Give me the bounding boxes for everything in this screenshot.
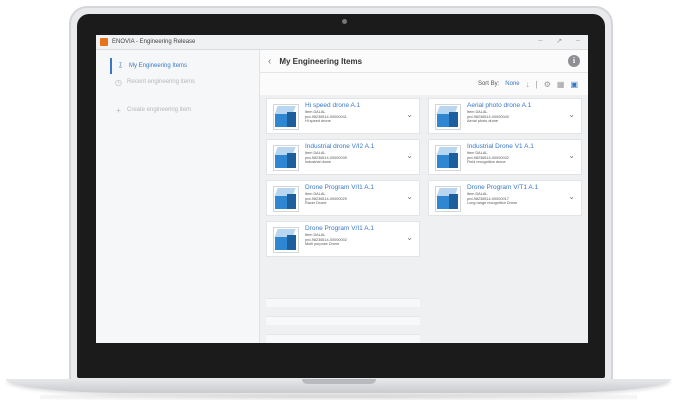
part-thumbnail	[273, 227, 299, 253]
sidebar-item-my-engineering-items[interactable]: ⫱ My Engineering Items	[110, 58, 259, 74]
item-description: Aerial photo drone	[467, 119, 499, 124]
share-icon: ⫱	[119, 61, 122, 70]
clock-icon: ◷	[115, 77, 122, 87]
item-card[interactable]: Aerial photo drone A.1 Item DALAL prd-98…	[428, 98, 582, 134]
chevron-down-icon[interactable]: ⌄	[406, 192, 413, 201]
sort-toolbar: Sort By: None ↓ | ⚙ ▦ ▣	[260, 73, 588, 95]
item-description: Long range recognition Drone	[467, 201, 518, 206]
info-icon[interactable]: i	[568, 55, 580, 67]
empty-row	[266, 316, 420, 325]
item-card[interactable]: Drone Program V/T1 A.1 Item DALAL prd-98…	[428, 180, 582, 216]
empty-row	[266, 334, 420, 343]
item-title[interactable]: Drone Program V/T1 A.1	[467, 184, 538, 192]
chevron-down-icon[interactable]: ⌄	[568, 110, 575, 119]
item-card[interactable]: Industrial Drone V1 A.1 Item DALAL prd-9…	[428, 139, 582, 175]
items-grid: Hi speed drone A.1 Item DALAL prd-982365…	[266, 98, 584, 257]
part-thumbnail	[273, 145, 299, 171]
part-thumbnail	[435, 186, 461, 212]
sidebar-item-label: Recent engineering items	[127, 79, 196, 85]
item-title[interactable]: Drone Program V/I1 A.1	[305, 184, 374, 192]
item-card[interactable]: Industrial drone V/I2 A.1 Item DALAL prd…	[266, 139, 420, 175]
chevron-down-icon[interactable]: ⌄	[406, 110, 413, 119]
laptop-notch	[302, 379, 376, 384]
sidebar-item-recent[interactable]: ◷ Recent engineering items	[96, 74, 259, 90]
item-title[interactable]: Drone Program V/I1 A.1	[305, 225, 374, 233]
item-card[interactable]: Drone Program V/I1 A.1 Item DALAL prd-98…	[266, 221, 420, 257]
sidebar-item-create[interactable]: + Create engineering item	[96, 102, 259, 118]
main-header: ‹ My Engineering Items i	[260, 50, 588, 73]
item-title[interactable]: Aerial photo drone A.1	[467, 102, 531, 110]
item-description: Industrial drone	[305, 160, 332, 165]
separator-icon: |	[535, 79, 538, 89]
plus-icon: +	[116, 105, 121, 115]
window-controls: – ↗ –	[538, 37, 580, 45]
item-description: Hi speed drone	[305, 119, 331, 124]
main-panel: ‹ My Engineering Items i Sort By: None ↓…	[260, 50, 588, 343]
page-title: My Engineering Items	[279, 56, 363, 66]
close-icon[interactable]: –	[576, 37, 580, 45]
item-card[interactable]: Hi speed drone A.1 Item DALAL prd-982365…	[266, 98, 420, 134]
minimize-icon[interactable]: –	[538, 37, 542, 45]
maximize-icon[interactable]: ↗	[556, 37, 562, 45]
empty-row	[266, 298, 420, 307]
part-thumbnail	[435, 145, 461, 171]
back-icon[interactable]: ‹	[268, 56, 271, 67]
item-title[interactable]: Hi speed drone A.1	[305, 102, 360, 110]
item-description: Field recognition drone	[467, 160, 506, 165]
window-titlebar: ENOVIA - Engineering Release – ↗ –	[96, 35, 588, 50]
sidebar-item-label: Create engineering item	[127, 107, 192, 113]
grid-view-icon[interactable]: ▦	[557, 80, 565, 89]
screen: ENOVIA - Engineering Release – ↗ – ⫱ My …	[96, 35, 588, 343]
sort-direction-icon[interactable]: ↓	[526, 80, 530, 89]
app-icon	[100, 38, 108, 46]
sort-label: Sort By:	[477, 81, 500, 87]
tile-view-icon[interactable]: ▣	[570, 80, 578, 89]
item-description: Racer Drone	[305, 201, 327, 206]
sidebar-item-label: My Engineering Items	[129, 63, 188, 69]
part-thumbnail	[273, 104, 299, 130]
chevron-down-icon[interactable]: ⌄	[568, 192, 575, 201]
chevron-down-icon[interactable]: ⌄	[406, 233, 413, 242]
laptop-shadow	[40, 394, 637, 400]
chevron-down-icon[interactable]: ⌄	[568, 151, 575, 160]
chevron-down-icon[interactable]: ⌄	[406, 151, 413, 160]
camera	[342, 19, 347, 24]
item-title[interactable]: Industrial Drone V1 A.1	[467, 143, 534, 151]
item-description: Multi purpose Drone	[305, 242, 340, 247]
app-body: ⫱ My Engineering Items ◷ Recent engineer…	[96, 50, 588, 343]
sort-dropdown[interactable]: None	[505, 81, 519, 87]
window-title: ENOVIA - Engineering Release	[112, 39, 196, 45]
item-title[interactable]: Industrial drone V/I2 A.1	[305, 143, 374, 151]
part-thumbnail	[273, 186, 299, 212]
sidebar: ⫱ My Engineering Items ◷ Recent engineer…	[96, 50, 260, 343]
part-thumbnail	[435, 104, 461, 130]
item-card[interactable]: Drone Program V/I1 A.1 Item DALAL prd-98…	[266, 180, 420, 216]
filter-icon[interactable]: ⚙	[544, 80, 551, 89]
